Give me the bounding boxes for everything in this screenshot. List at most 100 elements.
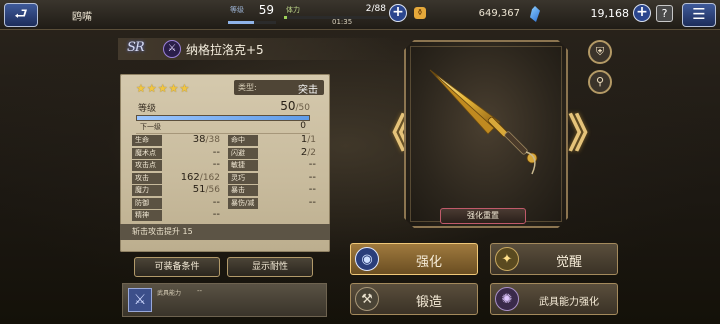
next-level-value: 0 [300,121,306,131]
stat-label: 魔术点 [132,147,162,159]
kind-label: 类型: [238,83,257,92]
shield-button[interactable]: ⛨ [588,40,612,64]
weapon-frame [404,40,568,228]
stat-row: 攻击点 -- [132,159,220,171]
menu-button[interactable]: ☰ [682,3,716,27]
stat-label: 魔力 [132,185,162,196]
kind-value: 突击 [298,85,318,96]
stat-row: 暴伤/减 -- [228,196,316,209]
enhance-label: 强化 [415,255,442,270]
awaken-button[interactable]: ✦ 觉醒 [490,243,618,275]
stat-label: 精神 [132,210,162,221]
forge-icon: ⚒ [355,287,379,311]
stat-row: 命中 1/1 [228,134,316,146]
top-bar: ⮐ 鸥嘴 等级 59 体力 2/88 01:35 + ⚱ 649,367 19,… [0,0,720,30]
weapon-ability-label: 武具能力 [157,290,182,297]
stat-label: 防御 [132,197,162,209]
stat-value: 2/2 [300,146,316,158]
stats-panel: ★★★★★ 类型: 突击 等级 50/50 下一级 0 生命 38/38 命中 1/1… [120,74,330,252]
stat-value: 1/1 [300,134,316,145]
ability-enhance-label: 武具能力强化 [539,297,599,308]
add-gem-button[interactable]: + [633,4,651,22]
stat-row: 敏捷 -- [228,159,316,171]
forge-button[interactable]: ⚒ 锻造 [350,283,478,315]
equipment-level-value: 50/50 [280,99,310,113]
stat-value: -- [308,184,316,195]
gem-icon [530,6,540,22]
player-level: 等级 59 [228,3,276,25]
stat-label: 命中 [228,135,258,146]
next-arrow[interactable]: 》 [568,114,608,154]
back-button[interactable]: ⮐ [4,3,38,27]
stat-value: -- [308,196,316,208]
stat-row: 灵巧 -- [228,171,316,184]
menu-icon: ☰ [692,5,706,23]
stat-label: 暴伤/减 [228,197,258,209]
stamina-label: 体力 [286,6,300,14]
stat-row: 闪避 2/2 [228,146,316,159]
stat-row: 生命 38/38 [132,134,220,146]
effect-text: 斩击攻击提升 15 [120,224,330,240]
stat-value: -- [212,146,220,158]
gil-icon: ⚱ [414,7,426,19]
show-resistances-button[interactable]: 显示耐性 [227,257,313,277]
weapon-ability-value: -- [197,287,203,295]
stat-value: -- [212,209,220,220]
stat-value: -- [308,171,316,183]
stat-row: 魔力 51/56 [132,184,220,196]
stat-value: 51/56 [192,184,220,195]
rarity-badge: SR [127,40,145,55]
level-exp-fill [228,21,255,24]
awaken-label: 觉醒 [555,255,582,270]
awaken-icon: ✦ [495,247,519,271]
stat-label: 攻击 [132,172,162,184]
stat-label: 灵巧 [228,172,258,184]
stat-label: 生命 [132,135,162,146]
ability-enhance-icon: ✺ [495,287,519,311]
equipment-level-bar [136,115,310,121]
weapon-ability-icon: ⚔ [128,288,152,312]
stat-label: 敏捷 [228,160,258,171]
zoom-button[interactable]: ⚲ [588,70,612,94]
reset-enhancement-button[interactable]: 强化重置 [440,208,526,224]
stamina: 体力 2/88 01:35 [284,3,388,26]
gil-value: 649,367 [478,8,520,19]
enhance-icon: ◉ [355,247,379,271]
stat-label: 暴击 [228,185,258,196]
equipment-level-label: 等级 [138,104,157,114]
forge-label: 锻造 [415,295,442,310]
ability-enhance-button[interactable]: ✺ 武具能力强化 [490,283,618,315]
stat-value: -- [308,159,316,170]
stat-row: 魔术点 -- [132,146,220,159]
equipment-level-fill [137,116,309,120]
equipment-level-row: 等级 50/50 [136,99,310,115]
stat-value: 162/162 [180,171,220,183]
stat-row: 防御 -- [132,196,220,209]
help-button[interactable]: ? [656,5,673,22]
equip-requirements-button[interactable]: 可装备条件 [134,257,220,277]
search-icon: ⚲ [595,75,605,88]
level-label: 等级 [230,6,244,14]
level-value: 59 [258,3,274,17]
back-icon: ⮐ [14,5,28,23]
add-stamina-button[interactable]: + [389,4,407,22]
stamina-value: 2/88 [365,4,386,14]
gem-value: 19,168 [590,7,630,20]
stat-label: 攻击点 [132,160,162,171]
equipment-name: 纳格拉洛克+5 [186,43,264,57]
next-level-label: 下一级 [140,123,161,131]
enhance-button[interactable]: ◉ 强化 [350,243,478,275]
rarity-stars: ★★★★★ [136,82,191,95]
stat-value: -- [212,196,220,208]
weapon-type-icon: ⚔ [163,40,181,58]
stat-value: 38/38 [192,134,220,145]
stamina-timer: 01:35 [332,18,353,26]
weapon-ability-bar: ⚔ 武具能力 -- [122,283,327,317]
stat-label: 闪避 [228,147,258,159]
player-name: 鸥嘴 [72,12,92,23]
stamina-fill [284,16,288,19]
shield-icon: ⛨ [595,45,605,58]
stat-row: 攻击 162/162 [132,171,220,184]
kind-box: 类型: 突击 [234,80,324,96]
weapon-image [422,62,552,192]
